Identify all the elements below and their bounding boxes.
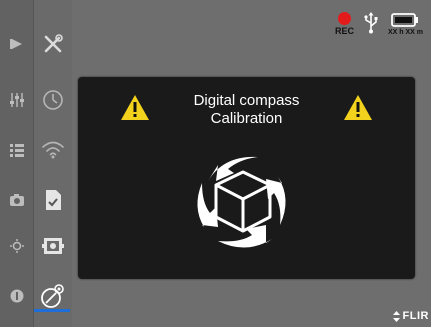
screen: REC XX h XX m Digital compass Calibratio… [0, 0, 431, 327]
brightness-icon [9, 239, 24, 253]
sidebar-item-camera[interactable] [0, 180, 33, 220]
compass-settings-icon [41, 284, 64, 308]
sidebar-item-list[interactable] [0, 130, 33, 170]
dialog-title: Digital compass Calibration [148, 92, 345, 128]
sidebar-item-timer[interactable] [34, 80, 72, 120]
record-dot-icon [337, 12, 351, 25]
battery-time-label: XX h XX m [387, 29, 423, 36]
brand-text: FLIR [402, 310, 429, 322]
dialog-title-line2: Calibration [210, 110, 283, 127]
brand-logo: FLIR [391, 310, 429, 322]
sidebar-item-adjust[interactable] [0, 80, 33, 120]
battery-indicator: XX h XX m [388, 12, 423, 36]
sidebar-item-brightness[interactable] [0, 226, 33, 266]
status-bar: REC XX h XX m [335, 12, 423, 36]
selected-item-indicator [34, 309, 70, 312]
sidebar-item-tools[interactable] [34, 24, 72, 64]
sidebar-item-wifi[interactable] [34, 130, 72, 170]
rec-label: REC [334, 26, 354, 36]
compass-calibration-icon [197, 156, 286, 248]
sidebar-rail-secondary [34, 0, 72, 327]
calibration-dialog: Digital compass Calibration [78, 77, 415, 279]
camera-icon [9, 194, 24, 206]
usb-icon [364, 12, 378, 34]
sidebar-rail-primary [0, 0, 34, 327]
sidebar-item-document[interactable] [34, 180, 72, 220]
sidebar-item-playback[interactable] [0, 24, 33, 64]
list-icon [9, 144, 24, 157]
tools-icon [44, 34, 63, 53]
sliders-icon [9, 93, 24, 107]
flir-logo-icon [392, 310, 400, 322]
timer-icon [43, 90, 63, 110]
warning-icon [344, 95, 372, 120]
play-mode-icon [9, 39, 22, 49]
wifi-icon [42, 141, 64, 159]
document-check-icon [46, 190, 61, 210]
warning-icon [121, 95, 149, 120]
sidebar-item-info[interactable] [0, 276, 33, 316]
battery-icon [391, 13, 419, 27]
image-adjust-icon [42, 238, 64, 254]
info-icon [10, 289, 23, 303]
dialog-title-line1: Digital compass [193, 92, 300, 109]
sidebar-item-image-adjust[interactable] [34, 226, 72, 266]
recording-indicator: REC [335, 12, 354, 36]
